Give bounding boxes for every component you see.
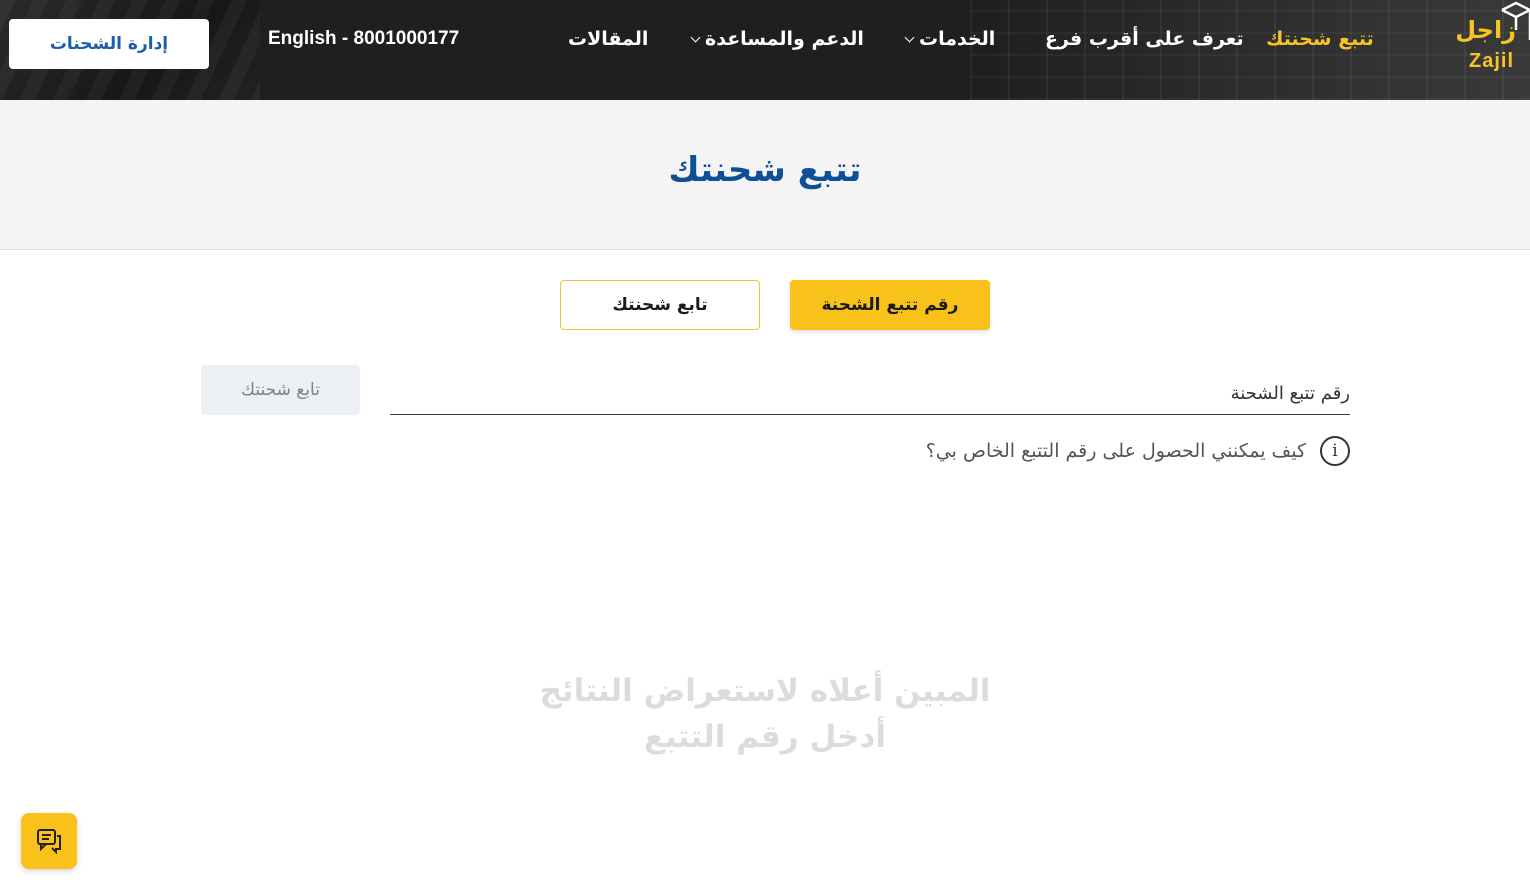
language-phone-link[interactable]: English - 8001000177	[268, 28, 459, 50]
nav-branch[interactable]: تعرف على أقرب فرع	[1045, 28, 1244, 50]
logo-english-text: Zajil	[1468, 50, 1514, 72]
page-banner: تتبع شحنتك	[0, 100, 1530, 250]
info-icon: i	[1320, 436, 1350, 466]
tab-tracking-number[interactable]: رقم تتبع الشحنة	[790, 280, 990, 330]
tracking-number-field	[390, 365, 1350, 415]
top-header: إدارة الشحنات English - 8001000177 المقا…	[0, 0, 1530, 100]
tracking-help-text: كيف يمكنني الحصول على رقم التتبع الخاص ب…	[925, 440, 1306, 462]
tracking-number-input[interactable]	[390, 365, 1350, 413]
nav-services-label: الخدمات	[919, 28, 996, 50]
nav-services[interactable]: الخدمات	[904, 28, 996, 50]
header-background-right	[970, 0, 1530, 100]
logo-arabic-text: زاجل	[1455, 16, 1516, 44]
nav-track-label: تتبع شحنتك	[1266, 28, 1374, 50]
track-shipment-button[interactable]: تابع شحنتك	[201, 365, 360, 415]
empty-state-message: المبين أعلاه لاستعراض النتائج أدخل رقم ا…	[0, 668, 1530, 760]
manage-shipments-button[interactable]: إدارة الشحنات	[9, 19, 209, 69]
zajil-logo[interactable]: زاجل Zajil	[1455, 0, 1530, 80]
nav-support[interactable]: الدعم والمساعدة	[690, 28, 864, 50]
nav-support-label: الدعم والمساعدة	[705, 28, 864, 50]
tab-follow-shipment[interactable]: تابع شحنتك	[560, 280, 760, 330]
nav-articles-label: المقالات	[568, 28, 649, 50]
nav-track[interactable]: تتبع شحنتك	[1266, 28, 1374, 50]
chevron-down-icon	[904, 32, 915, 42]
tracking-help-link[interactable]: i كيف يمكنني الحصول على رقم التتبع الخاص…	[926, 436, 1350, 466]
chat-icon	[37, 829, 61, 855]
empty-state-line-1: المبين أعلاه لاستعراض النتائج	[539, 673, 991, 709]
chat-button[interactable]	[21, 813, 77, 869]
empty-state-line-2: أدخل رقم التتبع	[644, 719, 886, 755]
chevron-down-icon	[690, 32, 701, 42]
nav-articles[interactable]: المقالات	[568, 28, 648, 50]
nav-branch-label: تعرف على أقرب فرع	[1045, 28, 1244, 50]
page-title: تتبع شحنتك	[668, 150, 862, 190]
